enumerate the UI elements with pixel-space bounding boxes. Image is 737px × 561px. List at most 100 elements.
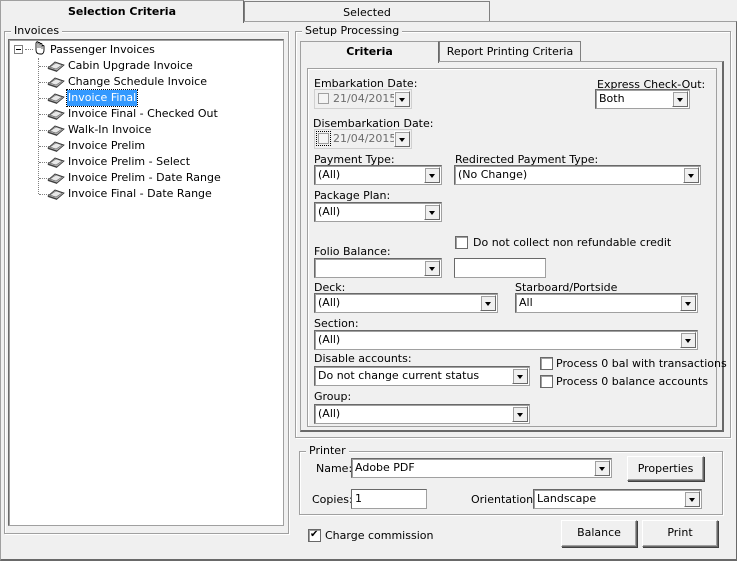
starboard-portside-value: All — [519, 296, 533, 309]
embarkation-date-checkbox[interactable] — [318, 93, 329, 104]
section-select[interactable]: (All) — [314, 330, 698, 350]
tree-connector — [38, 58, 39, 194]
disembarkation-date-picker[interactable]: 21/04/2015 — [314, 129, 412, 149]
tree-item-label: Cabin Upgrade Invoice — [68, 59, 193, 72]
process-zero-balance-checkbox[interactable] — [540, 375, 553, 388]
tree-item[interactable]: Cabin Upgrade Invoice — [67, 58, 194, 74]
tab-selected[interactable]: Selected — [244, 1, 490, 21]
embarkation-date-picker[interactable]: 21/04/2015 — [314, 89, 412, 109]
tree-item[interactable]: Invoice Final - Checked Out — [67, 106, 219, 122]
invoice-stack-icon — [47, 173, 65, 184]
chevron-down-icon[interactable] — [424, 260, 440, 276]
tree-item-label: Invoice Final - Date Range — [68, 187, 212, 200]
chevron-down-icon[interactable] — [594, 460, 610, 476]
starboard-portside-select[interactable]: All — [515, 293, 698, 313]
charge-commission-checkbox[interactable] — [308, 528, 321, 542]
copies-label: Copies: — [312, 493, 353, 506]
tree-item[interactable]: Invoice Prelim — [67, 138, 146, 154]
tree-item[interactable]: Invoice Final - Date Range — [67, 186, 213, 202]
chevron-down-icon[interactable] — [672, 91, 688, 107]
package-plan-select[interactable]: (All) — [314, 202, 442, 222]
tree-item-label: Change Schedule Invoice — [68, 75, 207, 88]
process-zero-balance-label: Process 0 balance accounts — [556, 375, 709, 388]
invoice-stack-icon — [47, 61, 65, 72]
section-value: (All) — [318, 333, 341, 346]
chevron-down-icon[interactable] — [684, 491, 700, 507]
print-button[interactable]: Print — [642, 520, 718, 547]
chevron-down-icon[interactable] — [424, 167, 440, 183]
folio-balance-label: Folio Balance: — [314, 245, 391, 258]
tree-item-passenger-invoices[interactable]: Passenger Invoices — [49, 42, 156, 58]
tree-item-label: Invoice Final — [65, 89, 139, 107]
deck-select[interactable]: (All) — [314, 293, 498, 313]
printer-name-label: Name: — [316, 462, 353, 475]
tree-item[interactable]: Invoice Final — [65, 89, 139, 107]
chevron-down-icon[interactable] — [512, 406, 528, 422]
tree-item[interactable]: Invoice Prelim - Select — [67, 154, 191, 170]
disable-accounts-label: Disable accounts: — [314, 352, 412, 365]
disable-accounts-select[interactable]: Do not change current status — [314, 366, 530, 386]
invoice-stack-icon — [47, 189, 65, 200]
printer-name-select[interactable]: Adobe PDF — [351, 458, 612, 478]
tree-item[interactable]: Invoice Prelim - Date Range — [67, 170, 222, 186]
tree-item[interactable]: Walk-In Invoice — [67, 122, 152, 138]
chevron-down-icon[interactable] — [680, 332, 696, 348]
collapse-icon[interactable] — [14, 45, 23, 54]
balance-button[interactable]: Balance — [561, 520, 637, 547]
do-not-collect-checkbox[interactable] — [455, 236, 468, 249]
tree-item[interactable]: Change Schedule Invoice — [67, 74, 208, 90]
properties-button[interactable]: Properties — [627, 456, 704, 481]
invoices-tree[interactable]: Passenger Invoices Cabin Upgrade Invoice… — [8, 39, 284, 526]
express-checkout-select[interactable]: Both — [595, 89, 690, 109]
deck-value: (All) — [318, 296, 341, 309]
chevron-down-icon[interactable] — [680, 295, 696, 311]
copies-value: 1 — [355, 492, 362, 505]
disembarkation-date-value: 21/04/2015 — [333, 132, 397, 145]
setup-processing-title: Setup Processing — [302, 24, 403, 38]
folio-balance-select[interactable] — [314, 258, 442, 278]
charge-commission-label: Charge commission — [325, 529, 434, 542]
disable-accounts-value: Do not change current status — [318, 369, 480, 382]
printer-name-value: Adobe PDF — [355, 461, 415, 474]
express-checkout-value: Both — [599, 92, 625, 105]
invoice-stack-icon — [47, 77, 65, 88]
group-select[interactable]: (All) — [314, 404, 530, 424]
redirected-payment-type-value: (No Change) — [458, 168, 528, 181]
tree-item-label: Passenger Invoices — [50, 43, 155, 56]
chevron-down-icon[interactable] — [424, 204, 440, 220]
invoice-stack-icon — [47, 125, 65, 136]
do-not-collect-label: Do not collect non refundable credit — [473, 236, 672, 249]
tree-item-label: Invoice Final - Checked Out — [68, 107, 218, 120]
process-zero-bal-transactions-label: Process 0 bal with transactions — [556, 357, 727, 370]
process-zero-bal-transactions-checkbox[interactable] — [540, 357, 553, 370]
tab-selection-criteria[interactable]: Selection Criteria — [0, 0, 244, 23]
tree-connector — [25, 49, 33, 50]
hand-icon — [35, 41, 45, 55]
tab-report-printing-criteria[interactable]: Report Printing Criteria — [439, 41, 581, 61]
folio-balance-amount-input[interactable] — [454, 258, 546, 278]
package-plan-label: Package Plan: — [314, 189, 391, 202]
payment-type-select[interactable]: (All) — [314, 165, 442, 185]
tree-item-label: Invoice Prelim - Date Range — [68, 171, 221, 184]
orientation-select[interactable]: Landscape — [533, 489, 702, 509]
chevron-down-icon[interactable] — [394, 131, 410, 147]
embarkation-date-value: 21/04/2015 — [333, 92, 397, 105]
invoices-group-title: Invoices — [11, 24, 63, 38]
chevron-down-icon[interactable] — [394, 91, 410, 107]
payment-type-value: (All) — [318, 168, 341, 181]
tab-criteria[interactable]: Criteria — [300, 41, 439, 63]
chevron-down-icon[interactable] — [683, 167, 699, 183]
package-plan-value: (All) — [318, 205, 341, 218]
disembarkation-date-checkbox[interactable] — [316, 131, 331, 146]
tree-item-label: Walk-In Invoice — [68, 123, 152, 136]
redirected-payment-type-select[interactable]: (No Change) — [454, 165, 701, 185]
tree-item-label: Invoice Prelim - Select — [68, 155, 191, 168]
section-label: Section: — [314, 317, 359, 330]
orientation-value: Landscape — [537, 492, 597, 505]
chevron-down-icon[interactable] — [512, 368, 528, 384]
tree-item-label: Invoice Prelim — [68, 139, 146, 152]
chevron-down-icon[interactable] — [480, 295, 496, 311]
invoice-stack-icon — [47, 93, 65, 104]
copies-input[interactable]: 1 — [351, 489, 427, 509]
orientation-label: Orientation: — [471, 493, 537, 506]
